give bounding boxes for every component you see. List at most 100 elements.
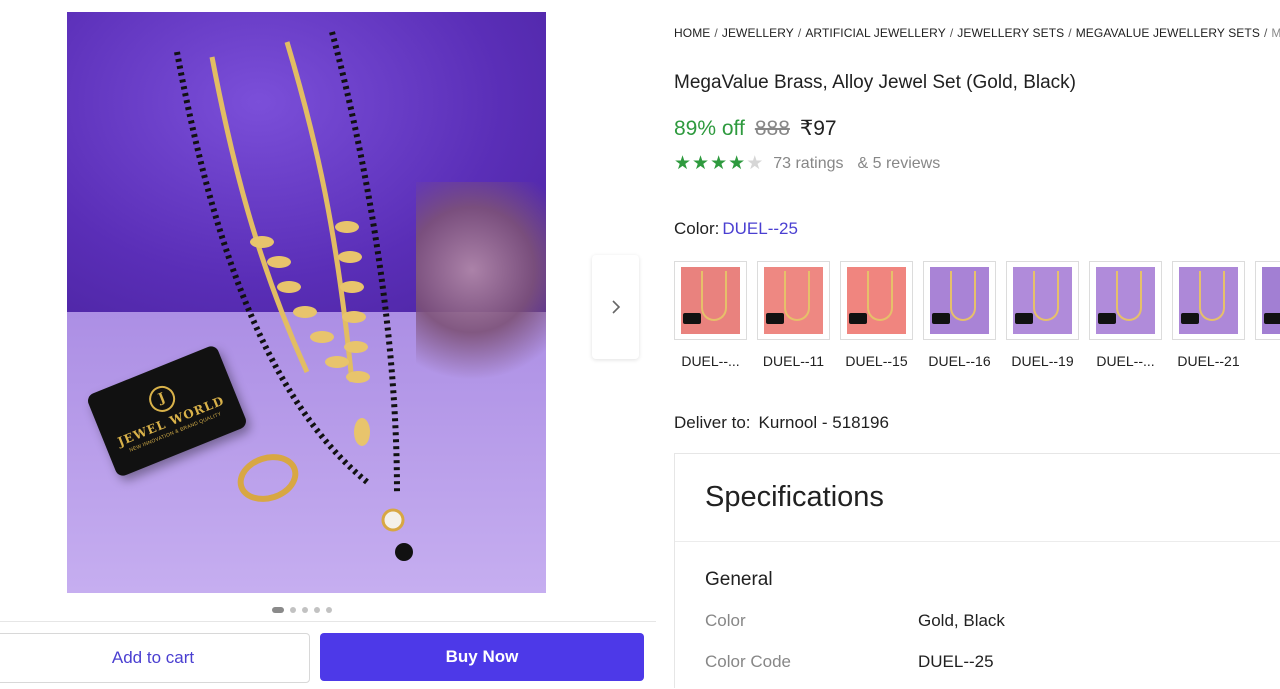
- brand-card: [766, 313, 784, 324]
- star-icon: ★: [710, 153, 728, 174]
- breadcrumb: HOME / JEWELLERY / ARTIFICIAL JEWELLERY / JEWE…: [674, 26, 1280, 40]
- next-image-button[interactable]: [592, 255, 639, 359]
- product-gallery: J JEWEL WORLD NEW INNOVATION & BRAND QUA…: [0, 0, 656, 689]
- pager-dot[interactable]: [326, 607, 332, 613]
- spec-row-color-code: Color Code DUEL--25: [705, 652, 994, 672]
- color-swatch[interactable]: DUEL--15: [840, 261, 913, 369]
- color-swatches: DUEL--... DUEL--11 DUEL--15 DUEL--16 DUEL--1…: [674, 261, 1280, 369]
- breadcrumb-current: MEGA: [1271, 26, 1280, 40]
- star-icon: ★: [746, 153, 764, 174]
- swatch-thumbnail: [1006, 261, 1079, 340]
- selling-price: ₹97: [799, 117, 837, 140]
- swatch-label: DUEL--11: [762, 353, 825, 369]
- spec-value: Gold, Black: [918, 611, 1005, 630]
- chevron-right-icon: [611, 300, 620, 314]
- deliver-pincode: Kurnool - 518196: [758, 413, 889, 432]
- color-swatch[interactable]: DUEL--19: [1006, 261, 1079, 369]
- specifications-panel: Specifications General Color Gold, Black …: [674, 453, 1280, 688]
- pager-dot[interactable]: [290, 607, 296, 613]
- swatch-thumbnail: [923, 261, 996, 340]
- brand-card: [849, 313, 867, 324]
- color-selector-label: Color: DUEL--25: [674, 219, 798, 239]
- swatch-thumbnail: [1172, 261, 1245, 340]
- brand-logo-icon: J: [145, 382, 180, 416]
- necklace-illustration: [1033, 271, 1059, 321]
- action-bar: Add to cart Buy Now: [0, 621, 656, 689]
- swatch-photo: [1262, 267, 1280, 334]
- swatch-label: DU: [1255, 353, 1280, 369]
- add-to-cart-button[interactable]: Add to cart: [0, 633, 310, 683]
- price-row: 89% off 888 ₹97: [674, 116, 837, 141]
- rating-row[interactable]: ★ ★ ★ ★ ★ 73 ratings & 5 reviews: [674, 154, 940, 174]
- star-icon: ★: [674, 153, 692, 174]
- swatch-thumbnail: [674, 261, 747, 340]
- discount-percent: 89% off: [674, 117, 745, 140]
- necklace-illustration: [950, 271, 976, 321]
- pager-dot[interactable]: [272, 607, 284, 613]
- color-label: Color:: [674, 219, 720, 238]
- swatch-thumbnail: [1089, 261, 1162, 340]
- breadcrumb-home[interactable]: HOME: [674, 26, 710, 40]
- spec-value: DUEL--25: [918, 652, 994, 671]
- brand-card: [683, 313, 701, 324]
- swatch-label: DUEL--...: [1096, 353, 1155, 369]
- reviews-count: & 5 reviews: [857, 155, 941, 172]
- brand-card: [1015, 313, 1033, 324]
- swatch-photo: [1013, 267, 1072, 334]
- necklace-illustration: [1199, 271, 1225, 321]
- selected-color: DUEL--25: [722, 219, 798, 238]
- image-pager: [272, 607, 332, 613]
- necklace-illustration: [867, 271, 893, 321]
- swatch-label: DUEL--19: [1011, 353, 1074, 369]
- product-title: MegaValue Brass, Alloy Jewel Set (Gold, …: [674, 72, 1076, 93]
- ratings-count: 73 ratings: [773, 155, 844, 172]
- color-swatch[interactable]: DUEL--21: [1172, 261, 1245, 369]
- spec-row-color: Color Gold, Black: [705, 611, 1005, 631]
- divider: [675, 541, 1280, 542]
- swatch-photo: [1096, 267, 1155, 334]
- swatch-thumbnail: [757, 261, 830, 340]
- delivery-location[interactable]: Deliver to: Kurnool - 518196: [674, 413, 889, 433]
- breadcrumb-artificial-jewellery[interactable]: ARTIFICIAL JEWELLERY: [805, 26, 946, 40]
- spec-key: Color: [705, 611, 746, 630]
- star-icon: ★: [728, 153, 746, 174]
- swatch-photo: [1179, 267, 1238, 334]
- breadcrumb-megavalue-jewellery-sets[interactable]: MEGAVALUE JEWELLERY SETS: [1076, 26, 1260, 40]
- color-swatch[interactable]: DU: [1255, 261, 1280, 369]
- swatch-label: DUEL--15: [845, 353, 908, 369]
- color-swatch[interactable]: DUEL--...: [674, 261, 747, 369]
- brand-card: [1181, 313, 1199, 324]
- necklace-illustration: [701, 271, 727, 321]
- necklace-illustration: [784, 271, 810, 321]
- swatch-thumbnail: [840, 261, 913, 340]
- original-price: 888: [754, 117, 790, 140]
- swatch-label: DUEL--21: [1177, 353, 1240, 369]
- rating-stars: ★ ★ ★ ★ ★: [674, 154, 763, 174]
- swatch-label: DUEL--...: [681, 353, 740, 369]
- swatch-label: DUEL--16: [928, 353, 991, 369]
- star-icon: ★: [692, 153, 710, 174]
- color-swatch[interactable]: DUEL--...: [1089, 261, 1162, 369]
- brand-card: [1098, 313, 1116, 324]
- breadcrumb-jewellery-sets[interactable]: JEWELLERY SETS: [957, 26, 1064, 40]
- spec-key: Color Code: [705, 652, 791, 671]
- breadcrumb-jewellery[interactable]: JEWELLERY: [722, 26, 794, 40]
- swatch-thumbnail: [1255, 261, 1280, 340]
- necklace-illustration: [174, 31, 413, 561]
- swatch-photo: [681, 267, 740, 334]
- pager-dot[interactable]: [302, 607, 308, 613]
- swatch-photo: [764, 267, 823, 334]
- deliver-label: Deliver to:: [674, 413, 751, 432]
- necklace-illustration: [1116, 271, 1142, 321]
- swatch-photo: [847, 267, 906, 334]
- buy-now-button[interactable]: Buy Now: [320, 633, 644, 681]
- color-swatch[interactable]: DUEL--16: [923, 261, 996, 369]
- brand-card: [1264, 313, 1280, 324]
- specifications-title: Specifications: [705, 481, 884, 513]
- product-details: HOME / JEWELLERY / ARTIFICIAL JEWELLERY / JEWE…: [674, 0, 1280, 688]
- color-swatch[interactable]: DUEL--11: [757, 261, 830, 369]
- swatch-photo: [930, 267, 989, 334]
- pager-dot[interactable]: [314, 607, 320, 613]
- product-image[interactable]: J JEWEL WORLD NEW INNOVATION & BRAND QUA…: [67, 12, 546, 593]
- brand-card: [932, 313, 950, 324]
